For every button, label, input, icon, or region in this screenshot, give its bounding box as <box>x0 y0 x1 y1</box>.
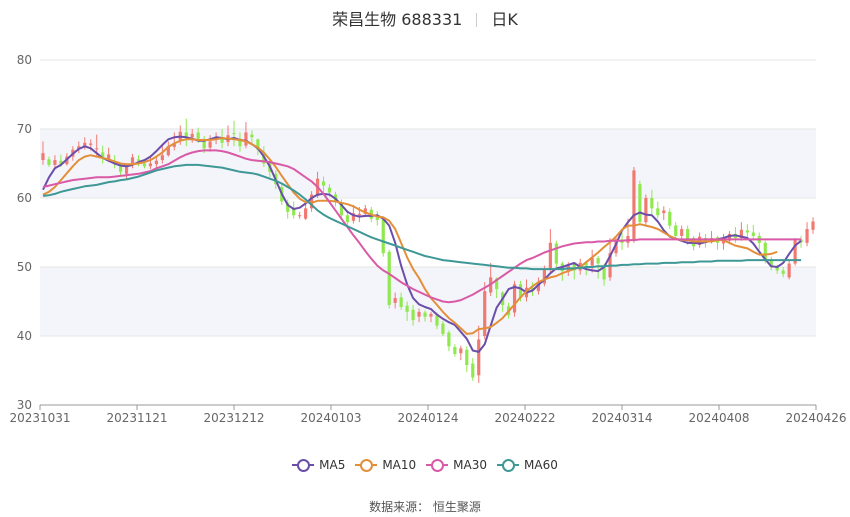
x-tick-label: 20240222 <box>494 411 555 425</box>
candle-body <box>89 143 93 145</box>
legend-label: MA10 <box>382 458 417 472</box>
candlestick-chart: 304050607080 20231031 20231121 20231212 202… <box>9 53 847 425</box>
candle-body <box>429 313 433 317</box>
candle-body <box>787 263 791 278</box>
candle-body <box>465 349 469 365</box>
candle-body <box>321 181 326 186</box>
candle-body <box>674 225 678 236</box>
y-tick-label: 30 <box>17 398 32 412</box>
candle-body <box>656 208 660 216</box>
candle-body <box>190 133 194 138</box>
x-tick-label: 20231031 <box>9 411 70 425</box>
candle-body <box>232 133 236 135</box>
x-tick-label: 20240124 <box>397 411 458 425</box>
legend-label: MA60 <box>524 458 558 472</box>
candle-body <box>745 230 749 233</box>
y-tick-label: 60 <box>17 191 32 205</box>
x-axis: 20231031 20231121 20231212 20240103 20240124… <box>9 404 847 425</box>
candle-body <box>781 270 785 274</box>
x-tick-label: 20240314 <box>591 411 652 425</box>
legend: MA5 MA10 MA30 MA60 <box>0 458 850 474</box>
legend-item-ma5[interactable]: MA5 <box>292 458 345 472</box>
candle-body <box>381 219 385 254</box>
x-tick-label: 20240408 <box>688 411 749 425</box>
candle-body <box>459 348 463 354</box>
candle-body <box>805 229 809 243</box>
candle-body <box>477 339 481 376</box>
x-tick-label: 20231212 <box>203 411 264 425</box>
candle-body <box>638 184 642 223</box>
candle-body <box>548 242 552 269</box>
candle-body <box>644 198 648 223</box>
y-tick-label: 70 <box>17 122 32 136</box>
x-tick-label: 20231121 <box>106 411 167 425</box>
candle-body <box>447 332 451 347</box>
candle-body <box>136 159 141 161</box>
candle-body <box>250 134 254 138</box>
candle-body <box>196 132 200 139</box>
candle-body <box>632 170 636 240</box>
candle-body <box>154 160 158 165</box>
grid-band <box>40 267 816 336</box>
candle-body <box>142 163 147 167</box>
legend-item-ma60[interactable]: MA60 <box>497 458 558 472</box>
legend-label: MA30 <box>453 458 488 472</box>
candle-body <box>148 163 153 167</box>
candle-body <box>650 198 654 209</box>
candle-body <box>327 187 332 193</box>
candle-body <box>411 309 415 321</box>
candle-body <box>244 132 248 146</box>
candle-body <box>53 160 57 165</box>
x-tick-label: 20240103 <box>300 411 361 425</box>
candle-body <box>41 153 45 161</box>
candle-body <box>417 311 421 317</box>
candle-body <box>441 323 445 334</box>
legend-marker <box>355 459 378 472</box>
y-tick-label: 80 <box>17 53 32 67</box>
y-axis: 30 40 50 60 70 80 <box>17 53 32 412</box>
candle-body <box>435 315 439 326</box>
candle-body <box>405 305 409 312</box>
candle-body <box>298 215 302 217</box>
legend-marker <box>497 459 520 472</box>
candle-body <box>596 258 600 264</box>
candle-body <box>680 229 684 236</box>
y-tick-label: 50 <box>17 260 32 274</box>
candle-body <box>811 221 815 230</box>
candle-body <box>399 297 403 308</box>
candle-body <box>208 141 212 148</box>
candle-body <box>668 211 672 226</box>
candle-body <box>304 208 308 219</box>
candle-body <box>47 159 51 165</box>
candle-body <box>387 251 391 305</box>
candle-body <box>512 284 517 313</box>
legend-item-ma10[interactable]: MA10 <box>355 458 416 472</box>
candle-body <box>471 363 475 378</box>
candle-body <box>751 232 755 236</box>
candle-body <box>554 243 558 264</box>
candle-body <box>423 312 427 317</box>
candle-body <box>160 155 164 161</box>
candle-body <box>357 213 361 216</box>
data-source: 数据来源： 恒生聚源 <box>369 500 481 514</box>
candle-body <box>453 347 457 354</box>
candle-body <box>686 229 690 240</box>
candle-body <box>95 148 99 150</box>
legend-item-ma30[interactable]: MA30 <box>426 458 487 472</box>
legend-marker <box>292 459 315 472</box>
candle-body <box>345 215 350 223</box>
legend-marker <box>426 459 449 472</box>
candle-body <box>393 298 397 303</box>
legend-label: MA5 <box>319 458 346 472</box>
candle-body <box>662 210 666 214</box>
y-tick-label: 40 <box>17 329 32 343</box>
candle-body <box>124 166 129 174</box>
x-tick-label: 20240426 <box>785 411 846 425</box>
